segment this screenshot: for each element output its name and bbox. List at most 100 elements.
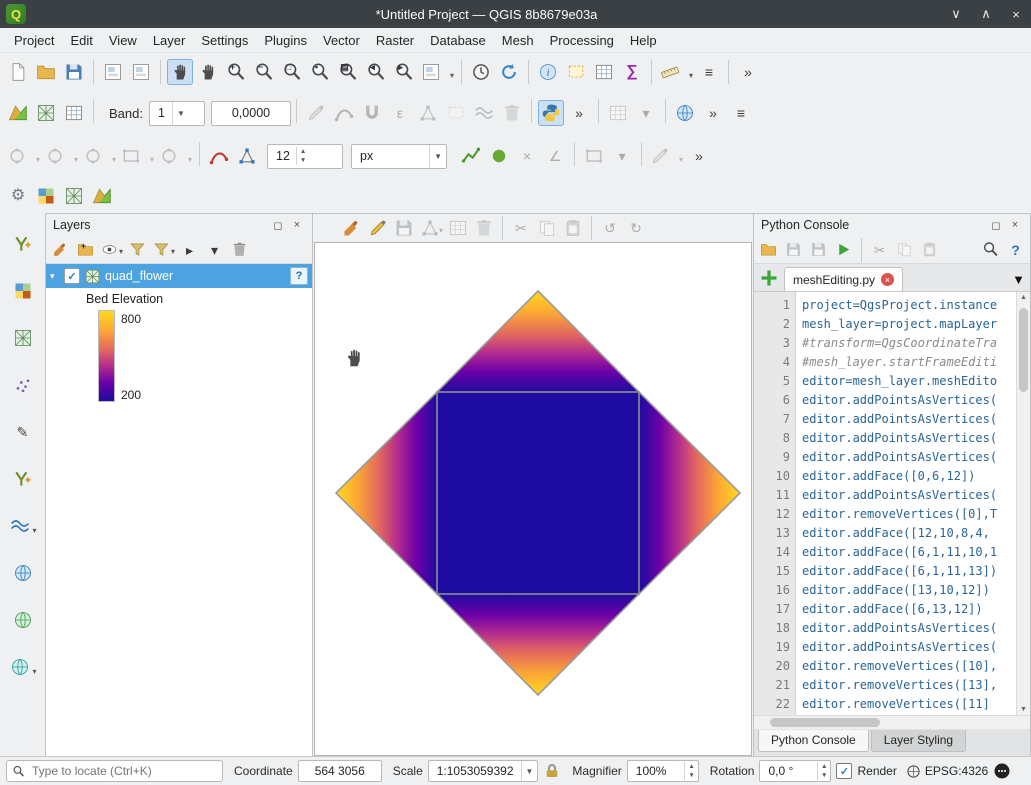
menu-item-mesh[interactable]: Mesh	[494, 30, 542, 51]
new-tab-button[interactable]	[758, 267, 780, 289]
code-editor[interactable]: 12345678910111213141516171819202122 proj…	[754, 291, 1030, 715]
menu-item-vector[interactable]: Vector	[315, 30, 368, 51]
smooth-mesh-button[interactable]	[471, 100, 497, 126]
mesh-calculator-button[interactable]	[61, 100, 87, 126]
shape-circle-3p-button[interactable]: ▾	[43, 143, 79, 169]
scrollbar-thumb[interactable]	[1019, 308, 1028, 392]
save-script-button[interactable]	[782, 238, 805, 261]
layer-styling-tab[interactable]: Layer Styling	[871, 730, 966, 752]
cut-text-button[interactable]: ✂	[868, 238, 891, 261]
scroll-down-icon[interactable]: ▼	[1017, 706, 1030, 713]
zoom-to-selection-button[interactable]: ▪	[307, 59, 333, 85]
new-print-layout-button[interactable]	[100, 59, 126, 85]
undo-button[interactable]: ↺	[598, 216, 622, 240]
vertex-tool-mesh-button[interactable]	[415, 100, 441, 126]
data-source-manager-button[interactable]: ≡	[696, 59, 722, 85]
copy-text-button[interactable]	[893, 238, 916, 261]
remove-layer-button[interactable]	[228, 238, 251, 261]
reshape-mesh-button[interactable]	[331, 100, 357, 126]
raster-grid-button[interactable]	[605, 100, 631, 126]
add-mesh-layer-button[interactable]	[9, 324, 37, 352]
select-mesh-elements-button[interactable]	[443, 100, 469, 126]
menu-item-project[interactable]: Project	[6, 30, 62, 51]
menu-item-help[interactable]: Help	[622, 30, 665, 51]
add-wms-layer-button[interactable]	[9, 559, 37, 587]
pan-to-selection-button[interactable]	[195, 59, 221, 85]
collapse-all-button[interactable]: ▾	[203, 238, 226, 261]
statistics-summary-button[interactable]: ∑	[619, 59, 645, 85]
map-canvas[interactable]	[314, 242, 752, 756]
angle-constraint-button[interactable]: ∠	[542, 143, 568, 169]
tab-list-button[interactable]: ▼	[1012, 272, 1025, 287]
clear-constraint-button[interactable]: ×	[514, 143, 540, 169]
row-overflow-button[interactable]: »	[686, 143, 712, 169]
menu-item-processing[interactable]: Processing	[542, 30, 622, 51]
shape-ellipse-button[interactable]: ▾	[81, 143, 117, 169]
delete-selected-button[interactable]	[472, 216, 496, 240]
mesh-reindex-button[interactable]	[33, 100, 59, 126]
stream-vertex-button[interactable]	[234, 143, 260, 169]
menu-item-layer[interactable]: Layer	[145, 30, 194, 51]
code-area[interactable]: project=QgsProject.instancemesh_layer=pr…	[796, 292, 1016, 715]
open-script-button[interactable]	[757, 238, 780, 261]
pan-map-button[interactable]	[167, 59, 193, 85]
layer-name[interactable]: quad_flower	[105, 269, 286, 283]
new-geopackage-layer-button[interactable]	[9, 465, 37, 493]
open-project-button[interactable]	[33, 59, 59, 85]
delete-mesh-elements-button[interactable]	[499, 100, 525, 126]
close-button[interactable]: ×	[1001, 0, 1031, 28]
shape-circle-2p-button[interactable]: ▾	[5, 143, 41, 169]
menu-item-settings[interactable]: Settings	[193, 30, 256, 51]
add-grid-layer-button[interactable]	[33, 183, 59, 209]
scrollbar-thumb[interactable]	[770, 718, 880, 727]
magnifier-spinbox[interactable]: 100%▲▼	[627, 760, 699, 782]
menu-item-raster[interactable]: Raster	[368, 30, 422, 51]
save-edits-button[interactable]	[392, 216, 416, 240]
vertex-tool-button[interactable]: ▾	[418, 216, 444, 240]
rotation-spinbox[interactable]: 0,0 °▲▼	[759, 760, 831, 782]
toolbar-menu-button[interactable]: ≡	[728, 100, 754, 126]
lock-scale-icon[interactable]	[543, 762, 561, 780]
python-console-button[interactable]	[538, 100, 564, 126]
annotation-tools-button[interactable]: ▾	[648, 143, 684, 169]
run-script-button[interactable]	[832, 238, 855, 261]
layer-tree[interactable]: ▾ ✓ quad_flower ? Bed Elevation 800 200	[46, 263, 312, 756]
unit-combo[interactable]: px▼	[351, 144, 447, 169]
toggle-editing-button[interactable]	[366, 216, 390, 240]
zoom-last-button[interactable]: ◂	[363, 59, 389, 85]
find-text-button[interactable]	[979, 238, 1002, 261]
console-help-button[interactable]: ?	[1004, 238, 1027, 261]
refresh-map-button[interactable]	[496, 59, 522, 85]
paste-features-button[interactable]	[561, 216, 585, 240]
enable-tracing-button[interactable]	[458, 143, 484, 169]
panel-options-button[interactable]: ▾	[609, 143, 635, 169]
vertical-scrollbar[interactable]: ▲ ▼	[1016, 292, 1030, 715]
open-layer-styling-panel-button[interactable]	[49, 238, 72, 261]
stream-digitizing-button[interactable]	[206, 143, 232, 169]
data-source-manager-button[interactable]	[9, 230, 37, 258]
shape-regular-polygon-button[interactable]: ▾	[157, 143, 193, 169]
copy-features-button[interactable]	[535, 216, 559, 240]
add-raster-layer-button[interactable]	[9, 277, 37, 305]
measure-line-button[interactable]: ▾	[658, 59, 694, 85]
toggle-mesh-editing-button[interactable]	[303, 100, 329, 126]
current-edits-button[interactable]	[340, 216, 364, 240]
open-attribute-table-button[interactable]	[591, 59, 617, 85]
mesh-frame-tool-button[interactable]	[61, 183, 87, 209]
add-delimited-text-button[interactable]: ▾	[8, 512, 38, 540]
render-checkbox[interactable]: ✓	[836, 763, 852, 779]
save-project-button[interactable]	[61, 59, 87, 85]
snapping-magnet-button[interactable]	[359, 100, 385, 126]
new-shapefile-layer-button[interactable]: ✎	[9, 418, 37, 446]
scale-combo[interactable]: 1:1053059392▼	[428, 760, 539, 782]
expand-all-button[interactable]: ▸	[178, 238, 201, 261]
layer-row[interactable]: ▾ ✓ quad_flower ?	[46, 264, 312, 288]
band-value-edit[interactable]: 0,0000	[211, 101, 291, 126]
crs-indicator[interactable]: EPSG:4326	[906, 764, 988, 779]
modify-attributes-button[interactable]	[446, 216, 470, 240]
toolbar-overflow-button[interactable]: »	[735, 59, 761, 85]
size-spinbox[interactable]: 12▲▼	[267, 144, 343, 169]
locate-box[interactable]	[6, 760, 223, 782]
zoom-to-layer-button[interactable]: ▤	[335, 59, 361, 85]
grid-options-button[interactable]: ▾	[633, 100, 659, 126]
